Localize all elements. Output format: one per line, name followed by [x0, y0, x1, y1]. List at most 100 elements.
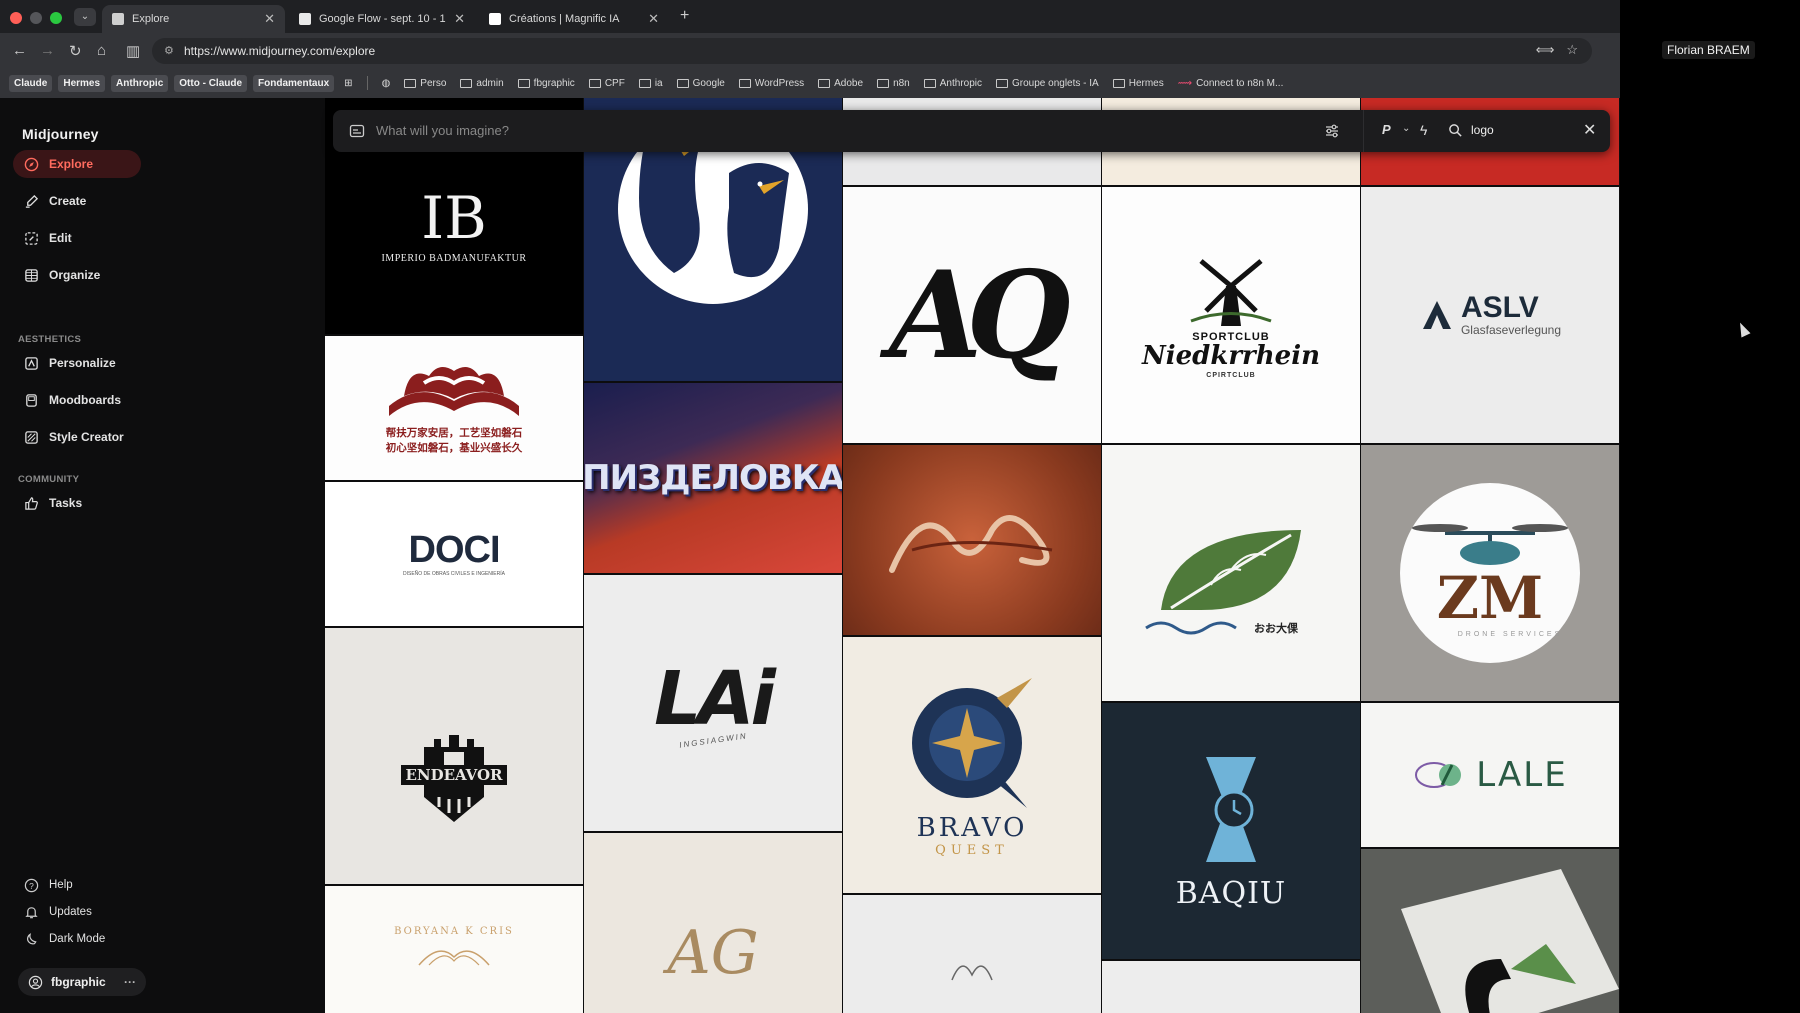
sidebar-item-style-creator[interactable]: Style Creator: [13, 423, 135, 451]
bookmark-folder-hermes[interactable]: Hermes: [1109, 78, 1168, 89]
globe-icon[interactable]: ◍: [378, 78, 395, 89]
tile-zm-subtitle: DRONE SERVICES: [1458, 631, 1563, 638]
tile-lale-text: LALE: [1476, 755, 1568, 795]
tab-google-flow[interactable]: Google Flow - sept. 10 - 17:15 ✕: [289, 5, 475, 33]
gallery-tile[interactable]: AQ: [843, 187, 1101, 443]
tab-explore[interactable]: Explore ✕: [102, 5, 285, 33]
folder-icon: [638, 78, 651, 88]
folder-icon: [404, 78, 417, 88]
sidebar-item-organize[interactable]: Organize: [13, 261, 111, 289]
sidebar-item-help[interactable]: ? Help: [13, 873, 84, 897]
lale-lockup: LALE: [1412, 755, 1567, 795]
user-menu[interactable]: fbgraphic ···: [18, 968, 146, 996]
url-text[interactable]: https://www.midjourney.com/explore: [184, 44, 375, 58]
minimize-window-button[interactable]: [30, 12, 42, 24]
bookmark-folder-fbgraphic[interactable]: fbgraphic: [514, 78, 579, 89]
bookmark-folder-admin[interactable]: admin: [456, 78, 507, 89]
personalize-toggle[interactable]: P: [1382, 122, 1391, 137]
sidebar-item-dark-mode[interactable]: Dark Mode: [13, 927, 116, 951]
gallery-tile[interactable]: BRAVO QUEST: [843, 637, 1101, 893]
gallery-tile[interactable]: ASLV Glasfaseverlegung: [1361, 187, 1619, 443]
gallery-tile[interactable]: おお大倮: [1102, 445, 1360, 701]
sidebar-item-personalize[interactable]: Personalize: [13, 349, 127, 377]
brand-logo[interactable]: Midjourney: [22, 126, 99, 142]
gallery-tile[interactable]: DOCI DISEÑO DE OBRAS CIVILES E INGENIERÍ…: [325, 482, 583, 626]
sidebar-toggle-icon[interactable]: ▥: [126, 42, 140, 60]
close-icon[interactable]: ✕: [454, 11, 465, 27]
gallery-tile[interactable]: ПИЗДЕЛОВКА: [584, 383, 842, 573]
bolt-icon[interactable]: ϟ: [1420, 122, 1427, 138]
gallery-tile[interactable]: BORYANA K CRIS: [325, 886, 583, 1013]
close-icon[interactable]: ✕: [264, 11, 275, 27]
bookmark-folder-adobe[interactable]: Adobe: [814, 78, 867, 89]
gallery-tile[interactable]: ZM DRONE SERVICES: [1361, 445, 1619, 701]
tile-aslv-title: ASLV: [1460, 291, 1539, 324]
folder-icon: [460, 78, 473, 88]
new-tab-button[interactable]: +: [680, 7, 689, 25]
lale-mark-icon: [1415, 762, 1462, 788]
bookmark-folder-n8n[interactable]: n8n: [873, 78, 914, 89]
site-info-icon[interactable]: ⚙: [164, 44, 174, 57]
bookmark-anthropic[interactable]: Anthropic: [111, 74, 169, 92]
folder-icon: [1112, 78, 1125, 88]
gallery-tile[interactable]: [843, 895, 1101, 1013]
bookmark-folder-anthropic[interactable]: Anthropic: [920, 78, 986, 89]
forward-icon[interactable]: →: [40, 42, 55, 59]
sidebar-item-tasks[interactable]: Tasks: [13, 489, 93, 517]
bookmark-connect-n8n[interactable]: ⟿ Connect to n8n M...: [1174, 78, 1288, 89]
close-window-button[interactable]: [10, 12, 22, 24]
prompt-input-area[interactable]: What will you imagine?: [333, 110, 1356, 152]
bookmark-star-icon[interactable]: ☆: [1566, 42, 1578, 58]
gallery-tile[interactable]: [1102, 961, 1360, 1013]
gallery-tile[interactable]: LALE: [1361, 703, 1619, 847]
bookmark-folder-cpf[interactable]: CPF: [585, 78, 629, 89]
prompt-input[interactable]: What will you imagine?: [376, 123, 509, 138]
sidebar-item-moodboards[interactable]: Moodboards: [13, 386, 132, 414]
gallery-tile[interactable]: LAi INGSIAGWIN: [584, 575, 842, 831]
edit-icon: [24, 231, 39, 246]
settings-sliders-icon[interactable]: [1324, 123, 1340, 139]
gallery-tile[interactable]: 帮扶万家安居，工艺坚如磐石 初心坚如磐石，基业兴盛长久: [325, 336, 583, 480]
bookmarks-bar: Claude Hermes Anthropic Otto - Claude Fo…: [0, 68, 1620, 98]
gallery-tile[interactable]: [843, 445, 1101, 635]
url-field[interactable]: ⚙ https://www.midjourney.com/explore ⟺ ☆: [152, 38, 1592, 64]
image-prompt-icon[interactable]: [349, 123, 365, 139]
apps-grid-icon[interactable]: ⊞: [340, 78, 356, 89]
bookmark-claude[interactable]: Claude: [9, 74, 53, 92]
reload-icon[interactable]: ↻: [69, 42, 82, 60]
bookmark-folder-perso[interactable]: Perso: [400, 78, 450, 89]
bookmark-folder-ia[interactable]: ia: [635, 78, 667, 89]
screen: ⌄ Explore ✕ Google Flow - sept. 10 - 17:…: [0, 0, 1800, 1013]
home-icon[interactable]: ⌂: [97, 42, 106, 59]
bookmark-fondamentaux[interactable]: Fondamentaux: [253, 74, 335, 92]
bookmark-hermes[interactable]: Hermes: [58, 74, 106, 92]
user-avatar-icon: [28, 975, 43, 990]
gallery: IB IMPERIO BADMANUFAKTUR 帮扶万家安居，工艺坚如磐石 初…: [325, 98, 1620, 1013]
clear-search-icon[interactable]: ✕: [1583, 120, 1596, 140]
folder-icon: [996, 78, 1008, 88]
close-icon[interactable]: ✕: [648, 11, 659, 27]
gallery-tile[interactable]: AG: [584, 833, 842, 1013]
bell-icon: [24, 905, 39, 920]
back-icon[interactable]: ←: [12, 42, 27, 59]
bookmark-folder-google[interactable]: Google: [673, 78, 729, 89]
gallery-tile[interactable]: SPORTCLUB Niedkrrhein CPIRTCLUB: [1102, 187, 1360, 443]
gallery-tile[interactable]: BAQIU: [1102, 703, 1360, 959]
bookmark-otto-claude[interactable]: Otto - Claude: [174, 74, 248, 92]
sidebar-item-create[interactable]: Create: [13, 187, 97, 215]
gallery-tile[interactable]: ENDEAVOR: [325, 628, 583, 884]
sidebar-item-edit[interactable]: Edit: [13, 224, 83, 252]
maximize-window-button[interactable]: [50, 12, 62, 24]
sidebar-item-explore[interactable]: Explore: [13, 150, 141, 178]
bookmark-folder-groupe-onglets[interactable]: Groupe onglets - IA: [992, 78, 1103, 89]
bookmark-folder-wordpress[interactable]: WordPress: [735, 78, 808, 89]
chevron-down-icon[interactable]: ⌄: [1402, 123, 1410, 134]
sidebar-item-updates[interactable]: Updates: [13, 900, 103, 924]
tab-list-button[interactable]: ⌄: [74, 8, 96, 26]
more-options-icon[interactable]: ···: [124, 975, 136, 989]
translate-icon[interactable]: ⟺: [1536, 42, 1555, 58]
tile-boryana-text: BORYANA K CRIS: [394, 925, 514, 937]
search-input[interactable]: logo: [1471, 123, 1494, 137]
tab-magnific[interactable]: Créations | Magnific IA ✕: [479, 5, 669, 33]
gallery-tile[interactable]: [1361, 849, 1619, 1013]
